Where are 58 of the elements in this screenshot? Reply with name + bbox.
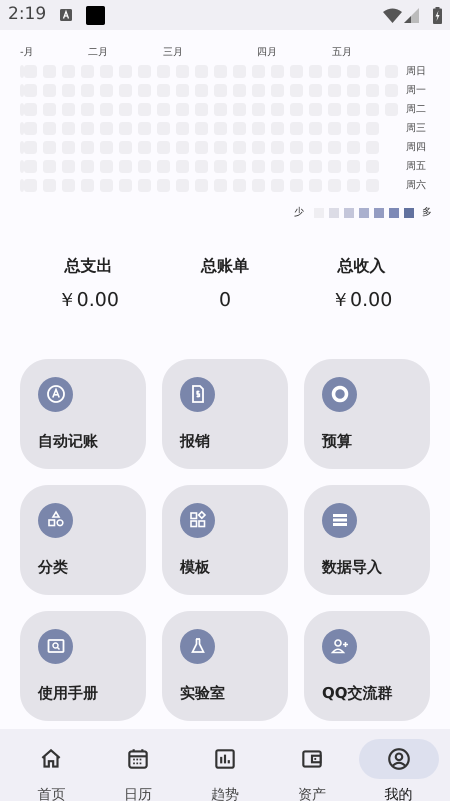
tile-label: 报销 (180, 431, 210, 452)
tile-label: 模板 (180, 557, 210, 578)
summary-label: 总支出 (64, 255, 112, 277)
nav-tab[interactable]: 资产 (268, 728, 356, 801)
weekday-label: 周一 (406, 84, 426, 98)
wifi-icon (383, 8, 402, 22)
tile-label: 数据导入 (322, 557, 382, 578)
notification-square-icon (86, 6, 106, 24)
summary-value: 0 (218, 288, 232, 313)
ring-icon (322, 376, 357, 412)
legend-low-label: 少 (294, 206, 304, 220)
summary-label: 总收入 (338, 255, 386, 277)
tile-label: 预算 (322, 431, 352, 452)
feature-tile[interactable]: QQ交流群 (304, 610, 430, 720)
tile-label: QQ交流群 (322, 683, 393, 704)
summary-value: ￥0.00 (58, 288, 119, 313)
feature-tile[interactable]: 报销 (162, 358, 288, 468)
feature-tile[interactable]: 分类 (20, 484, 146, 594)
feature-tile[interactable]: 使用手册 (20, 610, 146, 720)
signal-icon (404, 8, 419, 22)
receipt-icon (180, 376, 215, 412)
month-label: -月 (20, 46, 34, 60)
feature-tile[interactable]: 模板 (162, 484, 288, 594)
flask-icon (180, 628, 215, 664)
feature-tile[interactable]: 数据导入 (304, 484, 430, 594)
widgets-icon (180, 502, 215, 538)
summary-label: 总账单 (200, 255, 249, 277)
account-icon (386, 746, 412, 772)
battery-icon (433, 6, 442, 24)
nav-tab[interactable]: 日历 (94, 728, 182, 801)
screen-search-icon (38, 628, 73, 664)
list-icon (322, 502, 357, 538)
weekday-label: 周三 (406, 122, 426, 136)
shapes-icon (38, 502, 73, 538)
feature-tile[interactable]: 预算 (304, 358, 430, 468)
nav-tab[interactable]: 趋势 (182, 728, 268, 801)
nav-tab[interactable]: 首页 (8, 728, 95, 801)
month-label: 三月 (163, 46, 183, 60)
legend-high-label: 多 (422, 206, 432, 220)
weekday-label: 周二 (406, 103, 426, 117)
summary-value: ￥0.00 (331, 288, 392, 313)
tile-label: 实验室 (180, 683, 225, 704)
month-label: 二月 (88, 46, 108, 60)
month-label: 五月 (332, 46, 352, 60)
weekday-label: 周五 (406, 160, 426, 174)
tile-label: 自动记账 (38, 431, 98, 452)
tile-label: 分类 (38, 557, 68, 578)
weekday-label: 周四 (406, 141, 426, 155)
month-label: 四月 (257, 46, 277, 60)
feature-tile[interactable]: 自动记账 (20, 358, 146, 468)
weekday-label: 周六 (406, 179, 426, 193)
feature-tile[interactable]: 实验室 (162, 610, 288, 720)
weekday-label: 周日 (406, 65, 426, 79)
keyboard-a-icon (60, 9, 72, 21)
auto-entry-icon (38, 376, 73, 412)
tile-label: 使用手册 (38, 683, 98, 704)
add-person-icon (322, 628, 357, 664)
status-time: 2:19 (8, 3, 46, 26)
